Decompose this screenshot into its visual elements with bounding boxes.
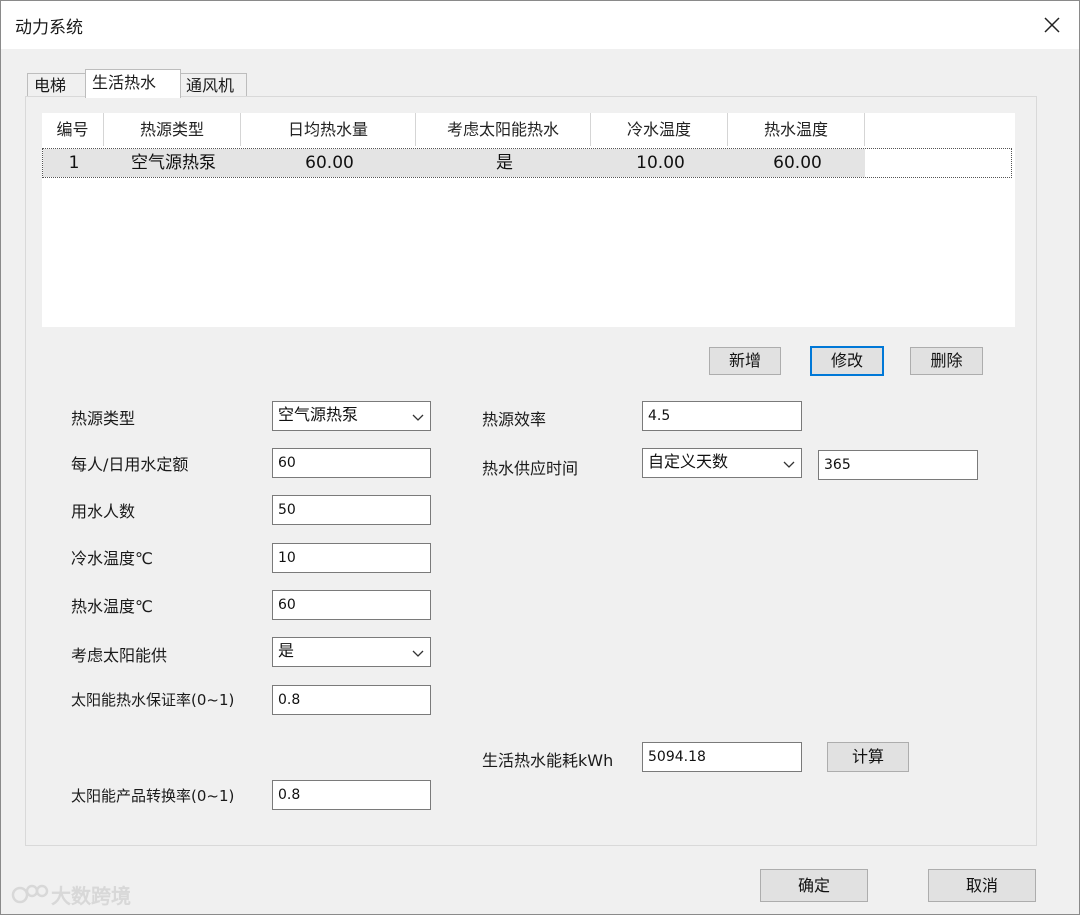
column-header[interactable]: 热水温度 xyxy=(728,113,865,146)
cold-water-temp-label: 冷水温度℃ xyxy=(71,549,153,568)
edit-button[interactable]: 修改 xyxy=(810,346,884,376)
per-person-quota-input[interactable]: 60 xyxy=(272,448,431,478)
heat-source-efficiency-input[interactable]: 4.5 xyxy=(642,401,802,431)
consider-solar-select[interactable]: 是 xyxy=(272,637,431,667)
column-header[interactable]: 日均热水量 xyxy=(241,113,416,146)
supply-time-mode-value: 自定义天数 xyxy=(648,452,729,471)
cell-consider-solar: 是 xyxy=(496,153,513,173)
supply-time-mode-select[interactable]: 自定义天数 xyxy=(642,448,802,478)
close-icon xyxy=(1044,17,1060,33)
solar-guarantee-rate-label: 太阳能热水保证率(0~1) xyxy=(71,691,235,709)
cancel-button[interactable]: 取消 xyxy=(928,869,1036,902)
table-row[interactable]: 1 空气源热泵 60.00 是 10.00 60.00 xyxy=(42,148,1012,178)
watermark-text: 大数跨境 xyxy=(51,883,131,908)
hot-water-grid[interactable]: 编号 热源类型 日均热水量 考虑太阳能热水 冷水温度 热水温度 1 空气源热泵 … xyxy=(42,113,1015,327)
solar-conversion-rate-label: 太阳能产品转换率(0~1) xyxy=(71,787,235,805)
people-count-label: 用水人数 xyxy=(71,502,136,521)
tab-ventilator[interactable]: 通风机 xyxy=(179,73,247,97)
watermark: 大数跨境 xyxy=(11,879,131,909)
chevron-down-icon xyxy=(412,414,424,421)
close-button[interactable] xyxy=(1025,1,1079,49)
people-count-input[interactable]: 50 xyxy=(272,495,431,525)
energy-label: 生活热水能耗kWh xyxy=(482,751,614,770)
cell-daily-hot-water: 60.00 xyxy=(305,153,354,173)
cell-cold-water-temp: 10.00 xyxy=(636,153,685,173)
cell-id: 1 xyxy=(68,153,80,173)
energy-output[interactable]: 5094.18 xyxy=(642,742,802,772)
title-bar: 动力系统 xyxy=(1,1,1079,49)
per-person-quota-label-text: 每人/日用水定额 xyxy=(71,455,189,472)
watermark-logo-icon xyxy=(11,884,49,904)
heat-source-type-select[interactable]: 空气源热泵 xyxy=(272,401,431,431)
cell-hot-water-temp: 60.00 xyxy=(773,153,822,173)
delete-button[interactable]: 删除 xyxy=(910,347,983,375)
heat-source-efficiency-label: 热源效率 xyxy=(482,410,547,429)
consider-solar-label-text: 考虑太阳能供 xyxy=(71,646,168,665)
tab-label: 电梯 xyxy=(34,76,67,95)
window-title: 动力系统 xyxy=(15,18,83,38)
supply-days-input[interactable]: 365 xyxy=(818,450,978,480)
grid-header: 编号 热源类型 日均热水量 考虑太阳能热水 冷水温度 热水温度 xyxy=(42,113,1015,146)
supply-time-label: 热水供应时间 xyxy=(482,459,579,478)
calculate-button[interactable]: 计算 xyxy=(827,742,909,772)
consider-solar-label: 考虑太阳能供 xyxy=(71,642,167,670)
solar-guarantee-rate-input[interactable]: 0.8 xyxy=(272,685,431,715)
solar-conversion-rate-input[interactable]: 0.8 xyxy=(272,780,431,810)
per-person-quota-label: 每人/日用水定额 xyxy=(71,451,188,476)
column-header[interactable]: 编号 xyxy=(42,113,104,146)
heat-source-type-label: 热源类型 xyxy=(71,409,136,428)
cold-water-temp-input[interactable]: 10 xyxy=(272,543,431,573)
consider-solar-value: 是 xyxy=(278,641,295,660)
add-button[interactable]: 新增 xyxy=(709,347,781,375)
heat-source-type-value: 空气源热泵 xyxy=(278,405,359,424)
hot-water-temp-input[interactable]: 60 xyxy=(272,590,431,620)
cell-heat-source: 空气源热泵 xyxy=(131,153,216,173)
tab-label: 通风机 xyxy=(186,76,235,95)
hot-water-temp-label: 热水温度℃ xyxy=(71,597,153,616)
chevron-down-icon xyxy=(783,461,795,468)
tab-label: 生活热水 xyxy=(92,73,157,92)
tab-elevator[interactable]: 电梯 xyxy=(27,73,87,97)
column-header[interactable]: 考虑太阳能热水 xyxy=(416,113,591,146)
chevron-down-icon xyxy=(412,650,424,657)
dialog-window: 动力系统 电梯 生活热水 通风机 编号 热源类型 日均热水量 考虑太阳能热水 冷… xyxy=(0,0,1080,915)
ok-button[interactable]: 确定 xyxy=(760,869,868,902)
column-header[interactable]: 冷水温度 xyxy=(591,113,728,146)
tab-domestic-hot-water[interactable]: 生活热水 xyxy=(85,69,181,98)
column-header[interactable]: 热源类型 xyxy=(104,113,241,146)
